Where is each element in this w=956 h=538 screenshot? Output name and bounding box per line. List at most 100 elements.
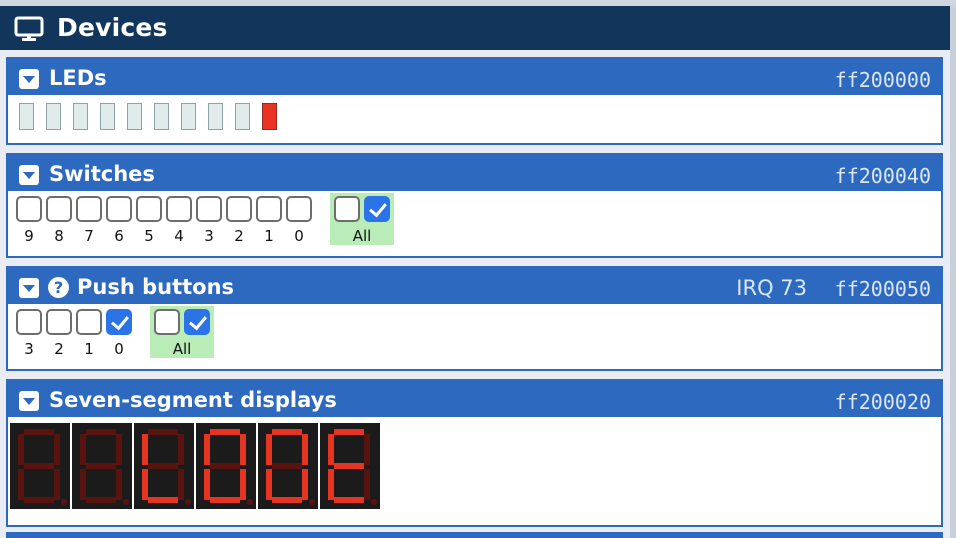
- seven-segment-body: [8, 417, 941, 525]
- seven-segment-digit: [196, 423, 256, 509]
- switch-checkbox[interactable]: [256, 196, 282, 222]
- segment-e: [142, 469, 148, 500]
- led: [154, 103, 169, 130]
- segment-g: [334, 463, 364, 469]
- segment-a: [334, 429, 364, 435]
- segment-a: [210, 429, 240, 435]
- decimal-point: [247, 499, 253, 505]
- switch-checkbox[interactable]: [76, 196, 102, 222]
- collapse-icon[interactable]: [19, 69, 39, 89]
- seven-segment-title: Seven-segment displays: [49, 388, 337, 412]
- seven-segment-digit: [10, 423, 70, 509]
- push-button-bit-label: 1: [84, 340, 94, 358]
- leds-panel-header[interactable]: LEDs ff200000: [8, 59, 941, 95]
- segment-d: [86, 497, 116, 503]
- switch-checkbox[interactable]: [196, 196, 222, 222]
- segment-a: [272, 429, 302, 435]
- led: [262, 103, 277, 130]
- segment-f: [328, 434, 334, 465]
- switch-all-label: All: [352, 227, 372, 245]
- led: [208, 103, 223, 130]
- segment-a: [24, 429, 54, 435]
- decimal-point: [185, 499, 191, 505]
- switch-checkbox[interactable]: [106, 196, 132, 222]
- collapse-icon[interactable]: [19, 391, 39, 411]
- led: [100, 103, 115, 130]
- segment-f: [142, 434, 148, 465]
- segment-b: [178, 434, 184, 465]
- switches-body: 9 8 7 6 5 4 3 2 1 0 All: [8, 191, 941, 256]
- seven-segment-address: ff200020: [834, 390, 931, 414]
- decimal-point: [309, 499, 315, 505]
- segment-c: [240, 469, 246, 500]
- switch-bit-label: 7: [84, 227, 94, 245]
- switch-checkbox[interactable]: [16, 196, 42, 222]
- segment-e: [204, 469, 210, 500]
- segment-c: [54, 469, 60, 500]
- push-buttons-body: 3 2 1 0 All: [8, 304, 941, 369]
- segment-d: [334, 497, 364, 503]
- seven-segment-digit: [72, 423, 132, 509]
- switch-bit-label: 2: [234, 227, 244, 245]
- segment-g: [210, 463, 240, 469]
- segment-b: [302, 434, 308, 465]
- push-button-bit-label: 0: [114, 340, 124, 358]
- push-button-all-check-checkbox[interactable]: [184, 309, 210, 335]
- push-buttons-panel-header[interactable]: ? Push buttons IRQ 73 ff200050: [8, 268, 941, 304]
- switches-panel-header[interactable]: Switches ff200040: [8, 155, 941, 191]
- led: [127, 103, 142, 130]
- segment-g: [24, 463, 54, 469]
- switch-checkbox[interactable]: [226, 196, 252, 222]
- irq-label: IRQ 73: [736, 276, 807, 300]
- decimal-point: [371, 499, 377, 505]
- push-button-all-clear-checkbox[interactable]: [154, 309, 180, 335]
- segment-d: [148, 497, 178, 503]
- switch-bit-label: 9: [24, 227, 34, 245]
- segment-e: [18, 469, 24, 500]
- switch-checkbox[interactable]: [286, 196, 312, 222]
- push-button-all-label: All: [172, 340, 192, 358]
- segment-e: [80, 469, 86, 500]
- collapse-icon[interactable]: [19, 278, 39, 298]
- segment-c: [116, 469, 122, 500]
- switch-all-check-checkbox[interactable]: [364, 196, 390, 222]
- scrollbar[interactable]: [950, 6, 956, 538]
- segment-a: [86, 429, 116, 435]
- segment-g: [86, 463, 116, 469]
- push-button-checkbox[interactable]: [76, 309, 102, 335]
- segment-d: [272, 497, 302, 503]
- collapse-icon[interactable]: [19, 165, 39, 185]
- segment-g: [272, 463, 302, 469]
- segment-b: [364, 434, 370, 465]
- segment-f: [204, 434, 210, 465]
- page-title: Devices: [57, 13, 168, 42]
- segment-c: [364, 469, 370, 500]
- led: [73, 103, 88, 130]
- push-button-checkbox[interactable]: [46, 309, 72, 335]
- seven-segment-panel-header[interactable]: Seven-segment displays ff200020: [8, 381, 941, 417]
- push-button-bit-label: 2: [54, 340, 64, 358]
- switches-panel: Switches ff200040 9 8 7 6 5 4 3 2 1 0 All: [6, 153, 943, 258]
- push-buttons-title: Push buttons: [77, 275, 235, 299]
- push-button-bit-label: 3: [24, 340, 34, 358]
- push-button-checkbox[interactable]: [106, 309, 132, 335]
- switch-bit-label: 8: [54, 227, 64, 245]
- segment-b: [240, 434, 246, 465]
- help-icon[interactable]: ?: [48, 277, 69, 298]
- switch-checkbox[interactable]: [46, 196, 72, 222]
- switch-all-clear-checkbox[interactable]: [334, 196, 360, 222]
- segment-b: [116, 434, 122, 465]
- segment-f: [80, 434, 86, 465]
- leds-address: ff200000: [834, 68, 931, 92]
- seven-segment-digit: [134, 423, 194, 509]
- push-buttons-panel: ? Push buttons IRQ 73 ff200050 3 2 1 0 All: [6, 266, 943, 371]
- switch-bit-label: 6: [114, 227, 124, 245]
- segment-c: [178, 469, 184, 500]
- leds-title: LEDs: [49, 66, 107, 90]
- switch-checkbox[interactable]: [136, 196, 162, 222]
- switch-checkbox[interactable]: [166, 196, 192, 222]
- seven-segment-panel: Seven-segment displays ff200020: [6, 379, 943, 527]
- push-button-checkbox[interactable]: [16, 309, 42, 335]
- switches-title: Switches: [49, 162, 155, 186]
- segment-e: [266, 469, 272, 500]
